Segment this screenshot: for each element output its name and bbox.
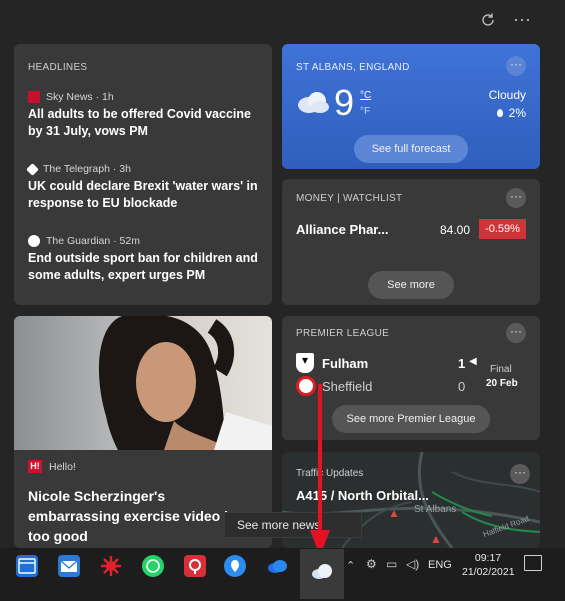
away-score: 0	[458, 379, 466, 394]
weather-card[interactable]: ST ALBANS, ENGLAND ··· 9 °C °F Cloudy 2%…	[282, 44, 540, 169]
story-source: H! Hello!	[28, 460, 76, 473]
watchlist-label: MONEY | WATCHLIST	[296, 193, 403, 204]
watchlist-card: MONEY | WATCHLIST ··· Alliance Phar... 8…	[282, 179, 540, 305]
match-date: 20 Feb	[486, 378, 518, 389]
show-hidden-icons-icon[interactable]: ⌃	[346, 559, 355, 572]
headline-source: Sky News · 1h	[46, 91, 114, 103]
red-star-app-icon[interactable]	[100, 555, 122, 577]
pin-app-icon[interactable]	[224, 555, 246, 577]
news-and-interests-button[interactable]	[300, 549, 344, 599]
sky-news-logo-icon	[28, 91, 40, 103]
headline-item[interactable]: Sky News · 1h All adults to be offered C…	[28, 91, 260, 140]
headline-item[interactable]: The Guardian · 52m End outside sport ban…	[28, 235, 260, 284]
clock-time: 09:17	[474, 552, 502, 564]
cloud-icon	[296, 90, 330, 119]
hello-logo-icon: H!	[28, 460, 42, 473]
stock-change-badge: -0.59%	[479, 219, 526, 239]
fulham-crest-icon: ▾	[296, 353, 314, 373]
calendar-app-icon[interactable]	[16, 555, 38, 577]
whatsapp-icon[interactable]	[142, 555, 164, 577]
mail-app-icon[interactable]	[58, 555, 80, 577]
system-tray-app-icon[interactable]: ⚙	[366, 557, 377, 571]
language-indicator[interactable]: ENG	[428, 559, 452, 571]
precipitation: 2%	[496, 106, 526, 120]
headline-title[interactable]: End outside sport ban for children and s…	[28, 250, 260, 284]
headlines-label: HEADLINES	[28, 62, 88, 73]
incident-warning-icon[interactable]: ▲	[388, 506, 400, 520]
premier-league-more-icon[interactable]: ···	[506, 323, 526, 343]
home-score: 1	[458, 356, 466, 371]
refresh-icon[interactable]	[478, 12, 498, 32]
headline-item[interactable]: The Telegraph · 3h UK could declare Brex…	[26, 162, 260, 212]
temperature: 9	[334, 82, 355, 123]
news-interests-panel: ··· HEADLINES Sky News · 1h All adults t…	[0, 0, 565, 556]
red-arrow-icon	[310, 384, 330, 556]
volume-icon[interactable]: ◁)	[406, 557, 419, 571]
precipitation-value: 2%	[508, 106, 526, 120]
match-status: Final	[490, 364, 512, 375]
unit-celsius[interactable]: °C	[360, 90, 371, 101]
weather-more-icon[interactable]: ···	[506, 56, 526, 76]
telegraph-logo-icon	[26, 162, 39, 176]
winner-marker-icon: ◀	[469, 356, 477, 367]
headline-source: The Guardian · 52m	[46, 235, 140, 247]
incident-warning-icon[interactable]: ▲	[430, 532, 442, 546]
story-image[interactable]	[14, 316, 272, 450]
see-more-button[interactable]: See more	[368, 271, 454, 299]
unit-fahrenheit[interactable]: °F	[360, 106, 370, 117]
guardian-logo-icon	[28, 235, 40, 247]
traffic-more-icon[interactable]: ···	[510, 464, 530, 484]
weather-condition: Cloudy	[488, 88, 526, 102]
weather-location: ST ALBANS, ENGLAND	[296, 62, 410, 73]
map-place-label: St Albans	[414, 504, 457, 515]
see-more-premier-league-button[interactable]: See more Premier League	[332, 405, 490, 433]
headline-title[interactable]: All adults to be offered Covid vaccine b…	[28, 106, 260, 140]
stock-name[interactable]: Alliance Phar...	[296, 222, 389, 237]
watchlist-more-icon[interactable]: ···	[506, 188, 526, 208]
network-icon[interactable]: ▭	[386, 557, 397, 571]
home-team[interactable]: Fulham	[322, 356, 368, 371]
see-more-news-tooltip: See more news	[224, 512, 362, 538]
see-full-forecast-button[interactable]: See full forecast	[354, 135, 468, 163]
clock[interactable]: 09:17 21/02/2021	[462, 551, 515, 579]
notifications-icon[interactable]	[524, 555, 542, 571]
stock-price: 84.00	[440, 223, 471, 237]
headline-source: The Telegraph · 3h	[43, 163, 131, 175]
raindrop-icon	[496, 109, 503, 117]
presentation-app-icon[interactable]	[184, 555, 206, 577]
headlines-card: HEADLINES Sky News · 1h All adults to be…	[14, 44, 272, 305]
clock-date: 21/02/2021	[462, 566, 515, 578]
premier-league-label: PREMIER LEAGUE	[296, 328, 390, 339]
story-source-name: Hello!	[49, 460, 76, 473]
headline-title[interactable]: UK could declare Brexit 'water wars' in …	[28, 178, 260, 212]
weather-cloud-icon	[312, 564, 332, 579]
onedrive-icon[interactable]	[266, 555, 288, 577]
more-options-icon[interactable]: ···	[512, 10, 532, 32]
